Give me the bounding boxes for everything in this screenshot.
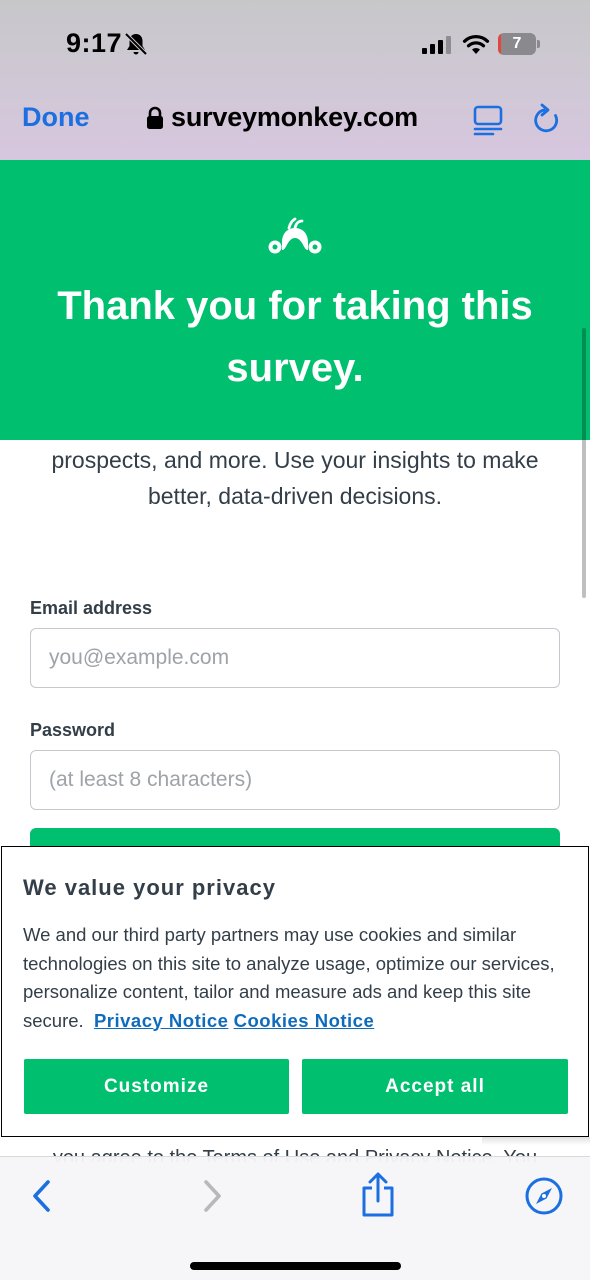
privacy-notice-link[interactable]: Privacy Notice xyxy=(94,1010,229,1031)
privacy-banner: We value your privacy We and our third p… xyxy=(1,846,589,1137)
customize-button[interactable]: Customize xyxy=(24,1059,289,1114)
forward-icon[interactable] xyxy=(198,1177,226,1215)
lock-icon xyxy=(147,106,163,129)
page-title: Thank you for taking this survey. xyxy=(57,284,533,390)
wifi-icon xyxy=(462,35,490,54)
address-bar[interactable]: surveymonkey.com xyxy=(146,102,418,133)
browser-top-chrome: 9:17 7 Done surveymonkey.com xyxy=(0,0,590,160)
url-text: surveymonkey.com xyxy=(171,102,418,132)
email-label: Email address xyxy=(30,598,153,618)
email-field[interactable] xyxy=(30,628,560,688)
password-label: Password xyxy=(30,720,116,740)
banner-shadow xyxy=(482,1137,590,1145)
password-field[interactable] xyxy=(30,750,560,810)
share-icon[interactable] xyxy=(358,1171,398,1219)
compass-icon[interactable] xyxy=(524,1176,564,1216)
scroll-indicator xyxy=(582,328,586,598)
status-time: 9:17 xyxy=(66,28,123,58)
surveymonkey-logo-icon xyxy=(268,217,322,254)
privacy-body: We and our third party partners may use … xyxy=(23,921,573,1035)
battery-icon: 7 xyxy=(498,33,540,55)
cookies-notice-link[interactable]: Cookies Notice xyxy=(234,1010,375,1031)
bell-slash-icon xyxy=(124,32,148,56)
done-button[interactable]: Done xyxy=(22,102,90,133)
back-icon[interactable] xyxy=(28,1177,56,1215)
home-indicator[interactable] xyxy=(190,1262,401,1270)
battery-percent: 7 xyxy=(512,35,522,52)
thank-you-hero: Thank you for taking this survey. xyxy=(0,160,590,598)
reader-icon[interactable] xyxy=(473,104,503,136)
cellular-signal-icon xyxy=(422,36,451,54)
accept-all-button[interactable]: Accept all xyxy=(302,1059,568,1114)
privacy-title: We value your privacy xyxy=(23,875,276,900)
pitch-text: prospects, and more. Use your insights t… xyxy=(51,447,539,509)
reload-icon[interactable] xyxy=(531,103,563,137)
